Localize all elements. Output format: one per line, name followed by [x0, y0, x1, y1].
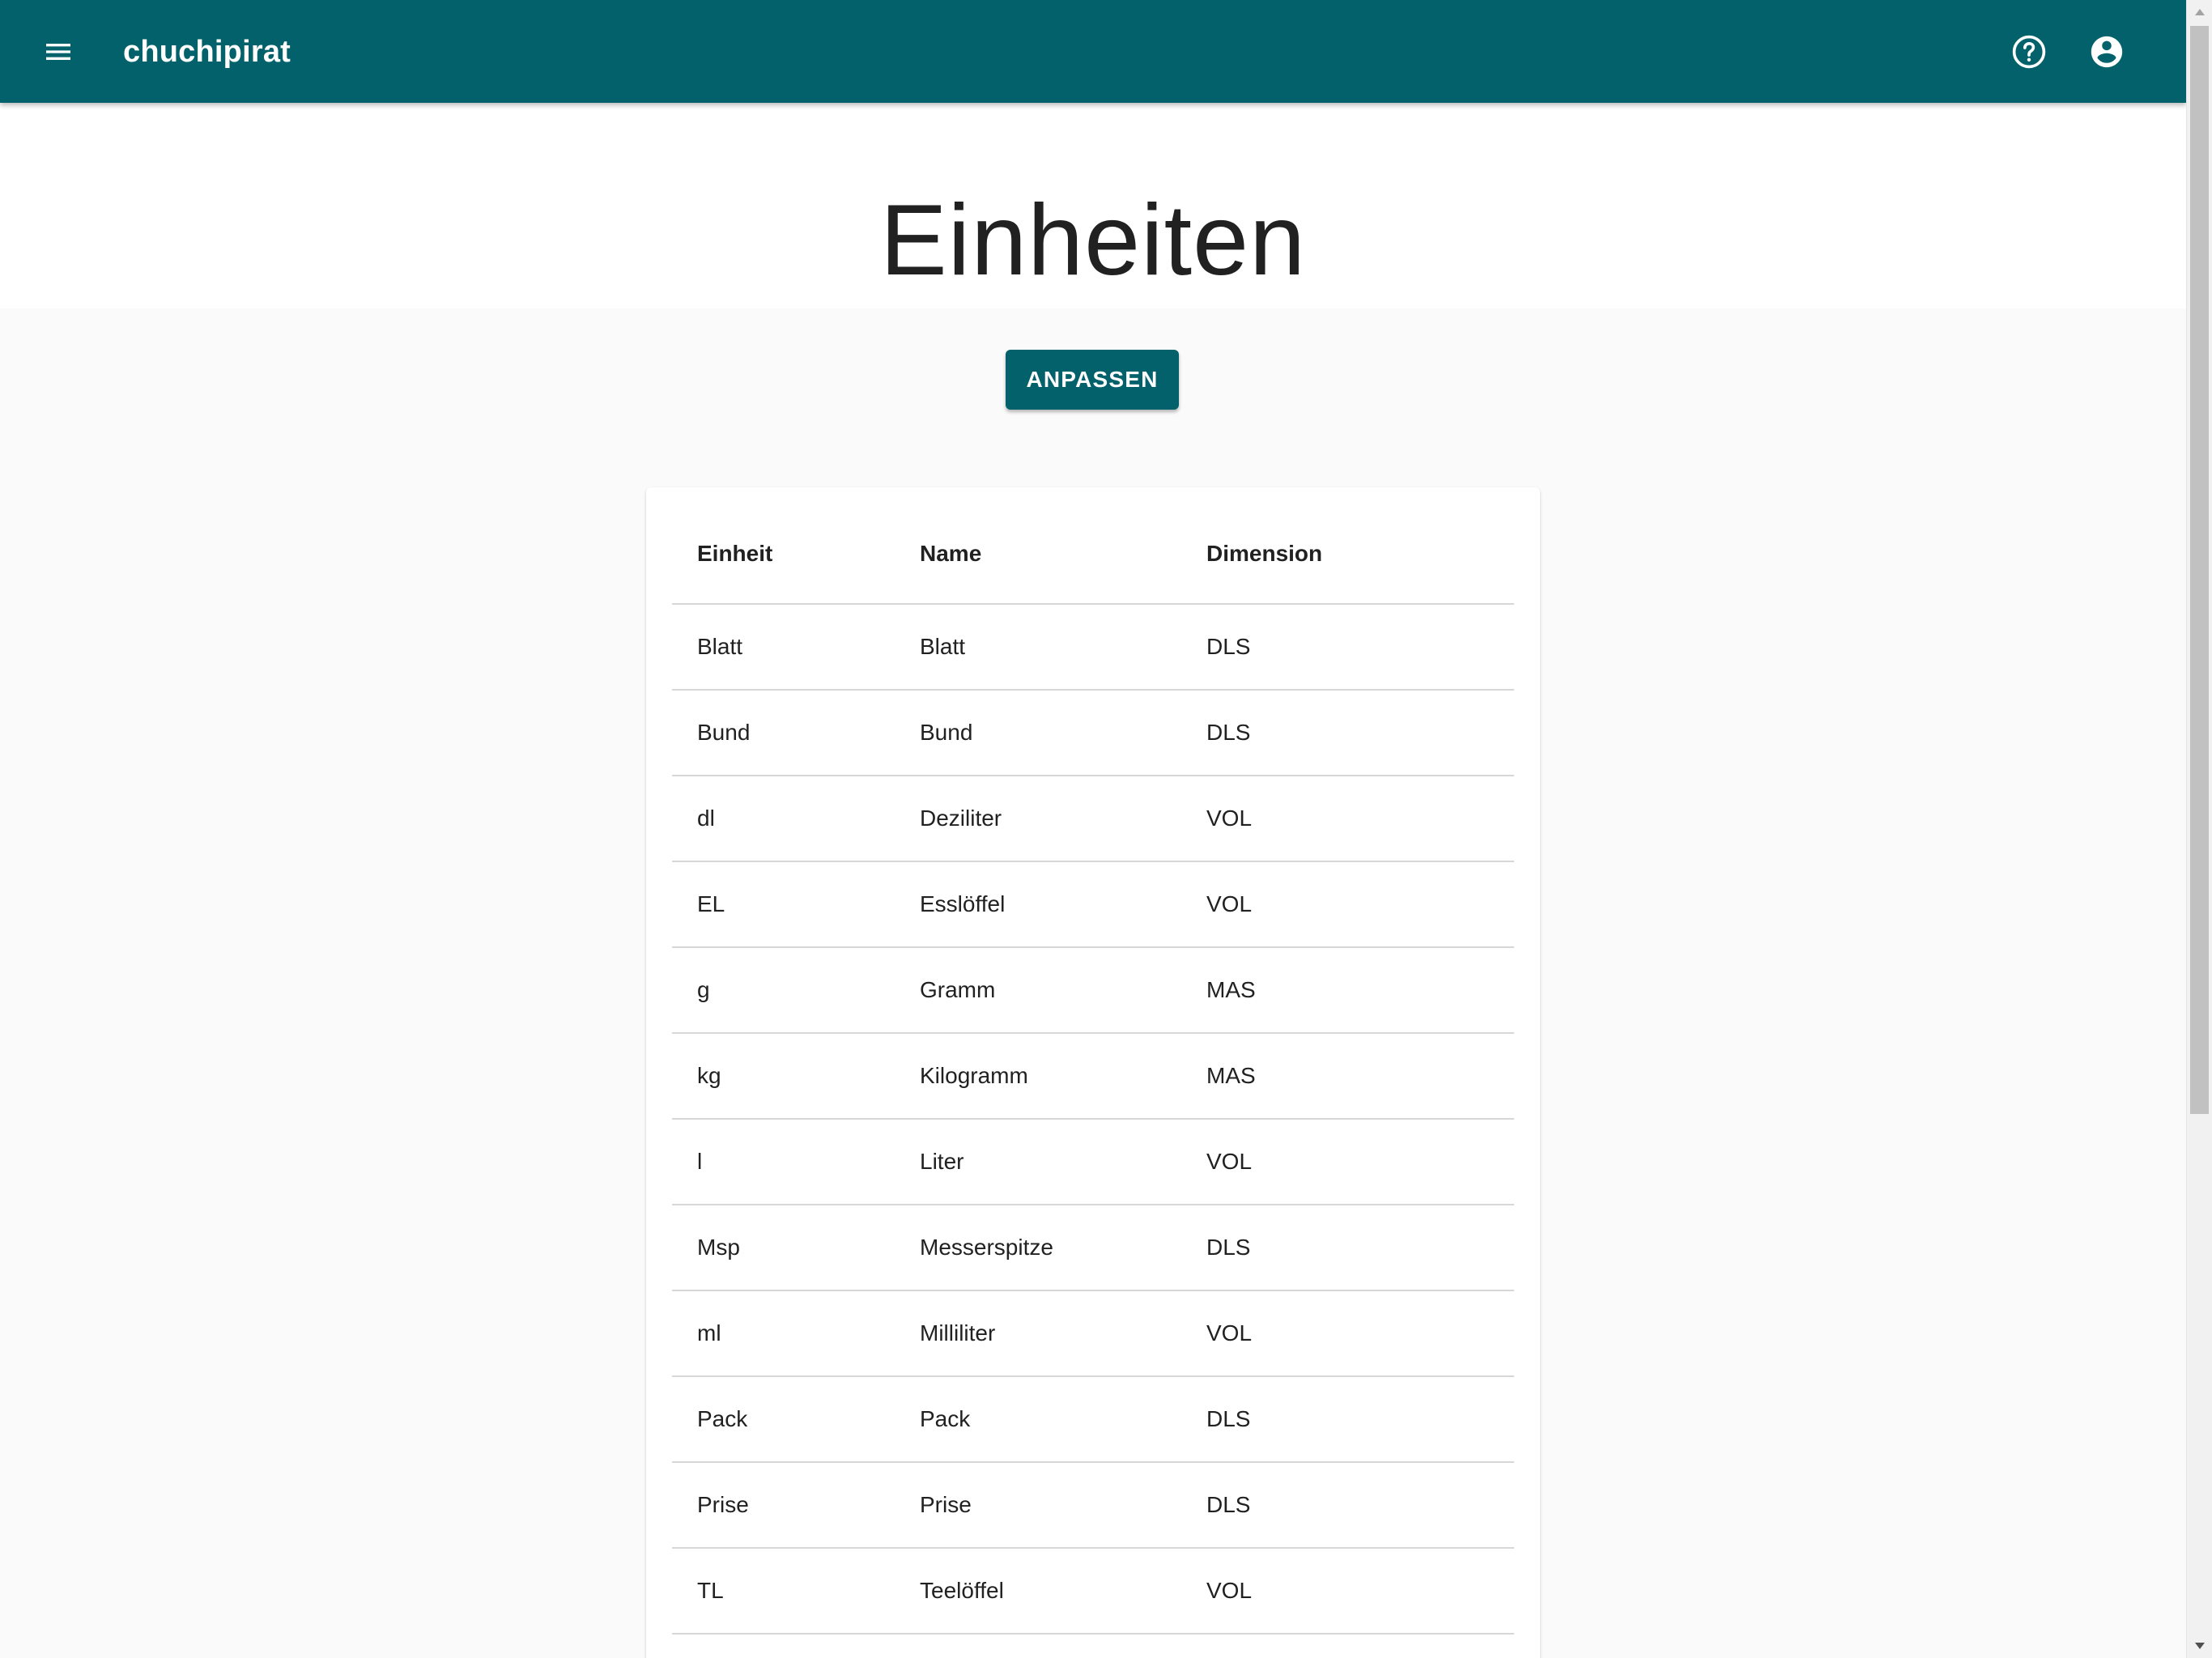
- cell-name: Prise: [920, 1462, 1206, 1549]
- page-title: Einheiten: [879, 185, 1307, 296]
- account-circle-icon: [2091, 36, 2123, 68]
- table-row[interactable]: ml Milliliter VOL: [672, 1290, 1514, 1377]
- cell-dimension: MAS: [1206, 947, 1514, 1034]
- column-header-name[interactable]: Name: [920, 487, 1206, 605]
- triangle-down-icon: [2194, 1643, 2205, 1649]
- table-row[interactable]: g Gramm MAS: [672, 947, 1514, 1034]
- cell-unit: EL: [672, 861, 920, 948]
- table-header-row: Einheit Name Dimension: [672, 487, 1514, 605]
- title-band: Einheiten: [0, 103, 2186, 308]
- cell-dimension: DLS: [1206, 1205, 1514, 1291]
- cell-unit: dl: [672, 776, 920, 862]
- cell-dimension: VOL: [1206, 861, 1514, 948]
- table-row[interactable]: TL Teelöffel VOL: [672, 1548, 1514, 1635]
- cell-unit: l: [672, 1119, 920, 1205]
- scroll-up-arrow[interactable]: [2187, 0, 2212, 24]
- units-card: Einheit Name Dimension Blatt Blatt DLS B…: [646, 487, 1540, 1658]
- cell-name: Deziliter: [920, 776, 1206, 862]
- table-row[interactable]: Blatt Blatt DLS: [672, 604, 1514, 691]
- table-row[interactable]: Pack Pack DLS: [672, 1376, 1514, 1463]
- cell-name: Kilogramm: [920, 1033, 1206, 1120]
- vertical-scrollbar[interactable]: [2186, 0, 2212, 1658]
- units-table: Einheit Name Dimension Blatt Blatt DLS B…: [672, 487, 1514, 1635]
- account-button[interactable]: [2084, 29, 2129, 74]
- scroll-down-arrow[interactable]: [2187, 1634, 2212, 1658]
- cell-dimension: DLS: [1206, 1376, 1514, 1463]
- column-header-dimension[interactable]: Dimension: [1206, 487, 1514, 605]
- cell-dimension: VOL: [1206, 776, 1514, 862]
- scrollbar-thumb[interactable]: [2190, 26, 2209, 1114]
- viewport: chuchipirat Einheiten ANPASSEN Einheit N…: [0, 0, 2212, 1658]
- menu-icon: [46, 44, 70, 60]
- table-row[interactable]: Prise Prise DLS: [672, 1462, 1514, 1549]
- cell-unit: TL: [672, 1548, 920, 1635]
- cell-name: Milliliter: [920, 1290, 1206, 1377]
- table-row[interactable]: Msp Messerspitze DLS: [672, 1205, 1514, 1291]
- table-row[interactable]: dl Deziliter VOL: [672, 776, 1514, 862]
- cell-name: Esslöffel: [920, 861, 1206, 948]
- cell-name: Teelöffel: [920, 1548, 1206, 1635]
- help-circle-icon: [2012, 35, 2046, 69]
- cell-name: Blatt: [920, 604, 1206, 691]
- cell-dimension: DLS: [1206, 690, 1514, 776]
- cell-dimension: VOL: [1206, 1548, 1514, 1635]
- menu-button[interactable]: [36, 26, 81, 78]
- table-row[interactable]: kg Kilogramm MAS: [672, 1033, 1514, 1120]
- cell-unit: Blatt: [672, 604, 920, 691]
- cell-dimension: MAS: [1206, 1033, 1514, 1120]
- help-button[interactable]: [2006, 29, 2052, 74]
- app-bar: chuchipirat: [0, 0, 2186, 103]
- cell-unit: Msp: [672, 1205, 920, 1291]
- column-header-unit[interactable]: Einheit: [672, 487, 920, 605]
- table-row[interactable]: Bund Bund DLS: [672, 690, 1514, 776]
- cell-name: Messerspitze: [920, 1205, 1206, 1291]
- cell-unit: Bund: [672, 690, 920, 776]
- table-row[interactable]: EL Esslöffel VOL: [672, 861, 1514, 948]
- table-row[interactable]: l Liter VOL: [672, 1119, 1514, 1205]
- app-title[interactable]: chuchipirat: [123, 29, 291, 74]
- cell-dimension: VOL: [1206, 1119, 1514, 1205]
- cell-dimension: DLS: [1206, 604, 1514, 691]
- cell-dimension: DLS: [1206, 1462, 1514, 1549]
- cell-name: Liter: [920, 1119, 1206, 1205]
- cell-name: Gramm: [920, 947, 1206, 1034]
- cell-unit: ml: [672, 1290, 920, 1377]
- customize-button[interactable]: ANPASSEN: [1006, 350, 1179, 410]
- cell-unit: Pack: [672, 1376, 920, 1463]
- cell-name: Pack: [920, 1376, 1206, 1463]
- cell-unit: Prise: [672, 1462, 920, 1549]
- cell-unit: g: [672, 947, 920, 1034]
- page: chuchipirat Einheiten ANPASSEN Einheit N…: [0, 0, 2186, 1658]
- cell-dimension: VOL: [1206, 1290, 1514, 1377]
- cell-name: Bund: [920, 690, 1206, 776]
- cell-unit: kg: [672, 1033, 920, 1120]
- triangle-up-icon: [2194, 9, 2205, 15]
